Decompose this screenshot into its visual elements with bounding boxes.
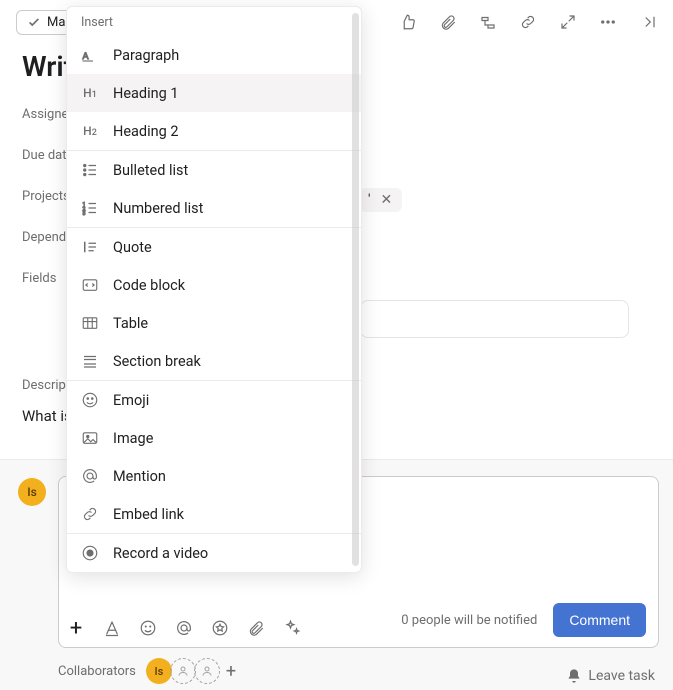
user-avatar[interactable]: Is xyxy=(18,478,46,506)
insert-menu-item-label: Mention xyxy=(113,468,166,485)
insert-menu-item-label: Heading 2 xyxy=(113,123,179,140)
collaborators-row: Collaborators Is + xyxy=(58,658,240,684)
quote-icon xyxy=(81,238,99,256)
scrollbar[interactable] xyxy=(352,13,359,566)
more-icon[interactable] xyxy=(599,13,617,31)
paragraph-icon: A xyxy=(81,46,99,64)
insert-menu-title: Insert xyxy=(67,7,361,36)
leave-task-button[interactable]: Leave task xyxy=(566,668,655,684)
insert-menu-item-bulleted[interactable]: Bulleted list xyxy=(67,151,361,189)
h2-icon: H2 xyxy=(81,122,99,140)
add-collaborator-placeholder[interactable] xyxy=(170,658,196,684)
insert-menu-item-label: Table xyxy=(113,315,148,332)
insert-menu-item-label: Record a video xyxy=(113,545,208,562)
insert-menu-item-h2[interactable]: H2 Heading 2 xyxy=(67,112,361,150)
insert-menu-item-emoji[interactable]: Emoji xyxy=(67,381,361,419)
check-icon xyxy=(27,15,41,29)
insert-menu-item-embed[interactable]: Embed link xyxy=(67,495,361,533)
numbered-icon: 123 xyxy=(81,199,99,217)
table-icon xyxy=(81,314,99,332)
attachment-icon[interactable] xyxy=(247,619,265,637)
insert-menu-item-label: Emoji xyxy=(113,392,149,409)
close-icon[interactable]: ✕ xyxy=(378,192,394,208)
insert-menu-item-quote[interactable]: Quote xyxy=(67,228,361,266)
insert-menu-item-label: Bulleted list xyxy=(113,162,188,179)
insert-menu: Insert A Paragraph H1 Heading 1 H2 Heading 2 B… xyxy=(66,6,362,573)
insert-menu-item-section[interactable]: Section break xyxy=(67,342,361,380)
insert-menu-item-label: Paragraph xyxy=(113,47,179,64)
comment-toolbar: + xyxy=(67,619,301,637)
insert-plus-button[interactable]: + xyxy=(67,619,85,637)
collaborator-avatar[interactable]: Is xyxy=(146,658,172,684)
insert-menu-item-table[interactable]: Table xyxy=(67,304,361,342)
section-icon xyxy=(81,352,99,370)
insert-menu-item-image[interactable]: Image xyxy=(67,419,361,457)
insert-menu-item-label: Quote xyxy=(113,239,152,256)
text-style-icon[interactable] xyxy=(103,619,121,637)
project-pill-text: ' xyxy=(368,192,370,208)
insert-menu-item-label: Section break xyxy=(113,353,201,370)
notify-text: 0 people will be notified xyxy=(401,613,537,628)
ai-icon[interactable] xyxy=(283,619,301,637)
code-icon xyxy=(81,276,99,294)
bell-icon xyxy=(566,668,582,684)
svg-text:A: A xyxy=(83,51,89,61)
insert-menu-item-record[interactable]: Record a video xyxy=(67,534,361,572)
insert-menu-item-label: Embed link xyxy=(113,506,184,523)
mention-icon[interactable] xyxy=(175,619,193,637)
emoji-icon xyxy=(81,391,99,409)
project-pill[interactable]: ' ✕ xyxy=(360,188,402,212)
add-collaborator-placeholder[interactable] xyxy=(194,658,220,684)
emoji-icon[interactable] xyxy=(139,619,157,637)
record-icon xyxy=(81,544,99,562)
insert-menu-item-code[interactable]: Code block xyxy=(67,266,361,304)
expand-icon[interactable] xyxy=(559,13,577,31)
topbar-actions xyxy=(399,13,657,31)
close-panel-icon[interactable] xyxy=(639,13,657,31)
add-collaborator-button[interactable]: + xyxy=(222,661,240,682)
insert-menu-item-numbered[interactable]: 123 Numbered list xyxy=(67,189,361,227)
comment-button[interactable]: Comment xyxy=(553,603,646,637)
insert-menu-item-label: Code block xyxy=(113,277,185,294)
thumbs-up-icon[interactable] xyxy=(399,13,417,31)
subtask-icon[interactable] xyxy=(479,13,497,31)
image-icon xyxy=(81,429,99,447)
star-icon[interactable] xyxy=(211,619,229,637)
embed-icon xyxy=(81,505,99,523)
attachment-icon[interactable] xyxy=(439,13,457,31)
mention-icon xyxy=(81,467,99,485)
insert-menu-item-h1[interactable]: H1 Heading 1 xyxy=(67,74,361,112)
insert-menu-item-label: Numbered list xyxy=(113,200,203,217)
link-icon[interactable] xyxy=(519,13,537,31)
insert-menu-item-label: Image xyxy=(113,430,153,447)
svg-text:3: 3 xyxy=(83,211,86,217)
bulleted-icon xyxy=(81,161,99,179)
fields-input[interactable]: · xyxy=(360,300,629,338)
collaborators-label: Collaborators xyxy=(58,664,136,679)
h1-icon: H1 xyxy=(81,84,99,102)
insert-menu-item-paragraph[interactable]: A Paragraph xyxy=(67,36,361,74)
insert-menu-item-mention[interactable]: Mention xyxy=(67,457,361,495)
insert-menu-item-label: Heading 1 xyxy=(113,85,179,102)
